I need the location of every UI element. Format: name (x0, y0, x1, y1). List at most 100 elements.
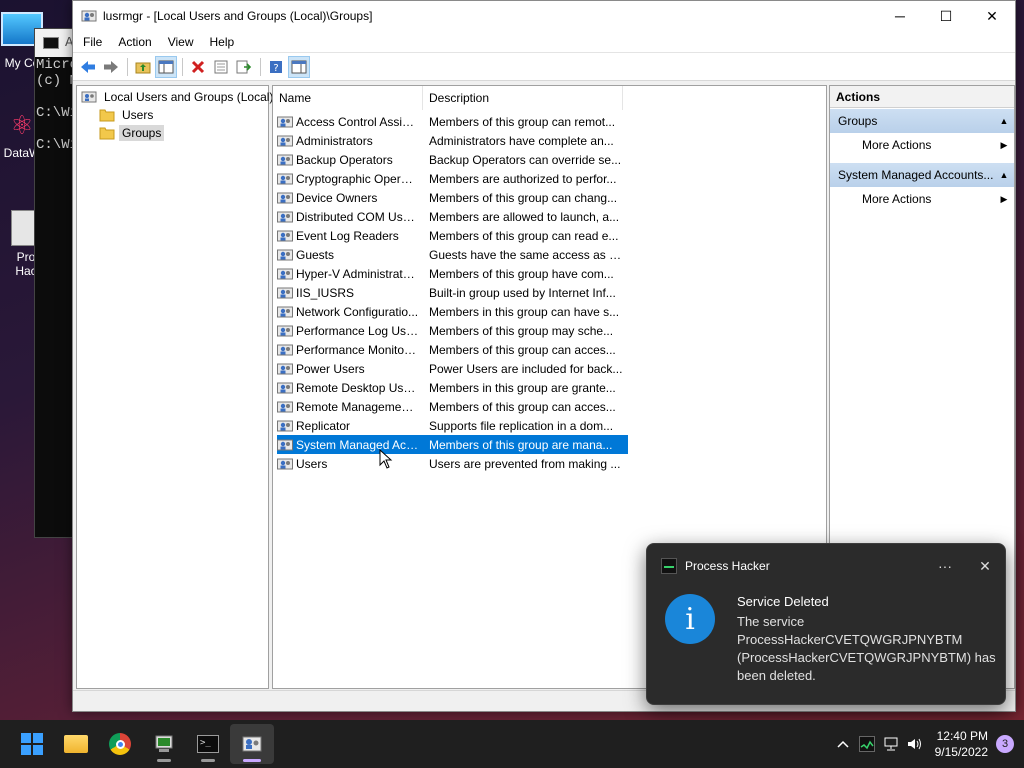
collapse-icon[interactable]: ▲ (994, 170, 1014, 180)
chrome-icon (109, 733, 131, 755)
group-description: Backup Operators can override se... (429, 152, 622, 167)
process-hacker-icon (661, 558, 677, 574)
back-icon[interactable] (77, 56, 99, 78)
taskbar-chrome[interactable] (98, 724, 142, 764)
console-icon (43, 37, 59, 49)
group-icon (277, 285, 293, 301)
tree-item-root[interactable]: Local Users and Groups (Local) (77, 88, 273, 106)
taskbar-computer-management[interactable] (142, 724, 186, 764)
table-row[interactable]: Performance Monitor ... Members of this g… (277, 340, 628, 359)
toolbar-separator (260, 57, 261, 76)
group-description: Members of this group are mana... (429, 437, 613, 452)
action-more-actions[interactable]: More Actions ▶ (830, 133, 1014, 157)
toast-header: Process Hacker ··· ✕ (647, 544, 1005, 588)
list-header: Name Description (273, 86, 826, 110)
menu-help[interactable]: Help (202, 31, 243, 53)
table-row[interactable]: System Managed Acc... Members of this gro… (277, 435, 628, 454)
start-button[interactable] (10, 724, 54, 764)
network-icon[interactable] (879, 732, 903, 756)
process-hacker-tray-icon[interactable] (855, 732, 879, 756)
group-description: Members of this group can acces... (429, 342, 616, 357)
tree-item-groups[interactable]: Groups (77, 124, 268, 142)
actions-section-groups[interactable]: Groups ▲ (830, 109, 1014, 133)
table-row[interactable]: Guests Guests have the same access as m..… (277, 245, 628, 264)
actions-section-title: System Managed Accounts... (838, 168, 994, 182)
maximize-button[interactable]: ☐ (923, 1, 969, 31)
volume-icon[interactable] (903, 732, 927, 756)
group-icon (277, 247, 293, 263)
group-description: Users are prevented from making ... (429, 456, 621, 471)
menu-action[interactable]: Action (110, 31, 159, 53)
action-pane-icon[interactable] (288, 55, 310, 78)
table-row[interactable]: Device Owners Members of this group can c… (277, 188, 628, 207)
group-name: Distributed COM Users (296, 209, 420, 224)
table-row[interactable]: Backup Operators Backup Operators can ove… (277, 150, 628, 169)
group-icon (277, 228, 293, 244)
table-row[interactable]: Cryptographic Operat... Members are autho… (277, 169, 628, 188)
help-icon[interactable]: ? (265, 56, 287, 78)
action-label: More Actions (862, 192, 932, 206)
folder-icon (64, 735, 88, 753)
group-name: Users (296, 456, 328, 471)
menu-view[interactable]: View (160, 31, 202, 53)
folder-icon (99, 109, 115, 122)
table-row[interactable]: Users Users are prevented from making ... (277, 454, 628, 473)
table-row[interactable]: Distributed COM Users Members are allowed… (277, 207, 628, 226)
table-row[interactable]: Hyper-V Administrators Members of this gr… (277, 264, 628, 283)
taskbar-file-explorer[interactable] (54, 724, 98, 764)
action-more-actions[interactable]: More Actions ▶ (830, 187, 1014, 211)
table-row[interactable]: Performance Log Users Members of this gro… (277, 321, 628, 340)
menu-file[interactable]: File (75, 31, 110, 53)
running-indicator (243, 759, 261, 762)
group-icon (277, 399, 293, 415)
table-row[interactable]: Administrators Administrators have comple… (277, 131, 628, 150)
notification-badge[interactable]: 3 (996, 735, 1014, 753)
taskbar-clock[interactable]: 12:40 PM 9/15/2022 (927, 728, 996, 760)
group-description: Members in this group can have s... (429, 304, 620, 319)
export-icon[interactable] (233, 56, 255, 78)
tree-item-users[interactable]: Users (77, 106, 268, 124)
table-row[interactable]: Event Log Readers Members of this group c… (277, 226, 628, 245)
toast-text: Service Deleted The service ProcessHacke… (737, 588, 999, 685)
menu-bar: File Action View Help (73, 31, 1015, 53)
users-groups-icon (81, 91, 97, 103)
more-options-icon[interactable]: ··· (925, 558, 965, 574)
minimize-button[interactable]: ─ (877, 1, 923, 31)
taskbar-terminal[interactable]: >_ (186, 724, 230, 764)
group-description: Members in this group are grante... (429, 380, 616, 395)
show-hide-tree-icon[interactable] (155, 55, 177, 78)
group-name: Guests (296, 247, 335, 262)
window-titlebar[interactable]: lusrmgr - [Local Users and Groups (Local… (73, 1, 1015, 31)
table-row[interactable]: Remote Desktop Users Members in this grou… (277, 378, 628, 397)
table-row[interactable]: Access Control Assist... Members of this … (277, 112, 628, 131)
group-name: Remote Management... (296, 399, 422, 414)
toast-close-icon[interactable]: ✕ (965, 558, 1005, 575)
actions-section-selected[interactable]: System Managed Accounts... ▲ (830, 163, 1014, 187)
group-name: IIS_IUSRS (296, 285, 355, 300)
forward-icon[interactable] (100, 56, 122, 78)
table-row[interactable]: Remote Management... Members of this grou… (277, 397, 628, 416)
group-name: Administrators (296, 133, 373, 148)
table-row[interactable]: Network Configuratio... Members in this g… (277, 302, 628, 321)
close-button[interactable]: ✕ (969, 1, 1015, 31)
table-row[interactable]: IIS_IUSRS Built-in group used by Internet… (277, 283, 628, 302)
table-row[interactable]: Replicator Supports file replication in a… (277, 416, 628, 435)
delete-icon[interactable] (187, 56, 209, 78)
chevron-up-icon[interactable] (831, 732, 855, 756)
group-icon (277, 171, 293, 187)
tree-item-label: Users (122, 108, 154, 122)
table-row[interactable]: Power Users Power Users are included for … (277, 359, 628, 378)
group-description: Members are allowed to launch, a... (429, 209, 620, 224)
column-header-description[interactable]: Description (423, 86, 623, 110)
taskbar-lusrmgr[interactable] (230, 724, 274, 764)
column-header-name[interactable]: Name (273, 86, 423, 110)
group-icon (277, 323, 293, 339)
properties-icon[interactable] (210, 56, 232, 78)
up-folder-icon[interactable] (132, 56, 154, 78)
group-name: Access Control Assist... (296, 114, 422, 129)
group-name: Replicator (296, 418, 351, 433)
collapse-icon[interactable]: ▲ (994, 116, 1014, 126)
toast-notification[interactable]: Process Hacker ··· ✕ i Service Deleted T… (646, 543, 1006, 705)
group-name: Event Log Readers (296, 228, 399, 243)
toolbar: ? (73, 53, 1015, 81)
